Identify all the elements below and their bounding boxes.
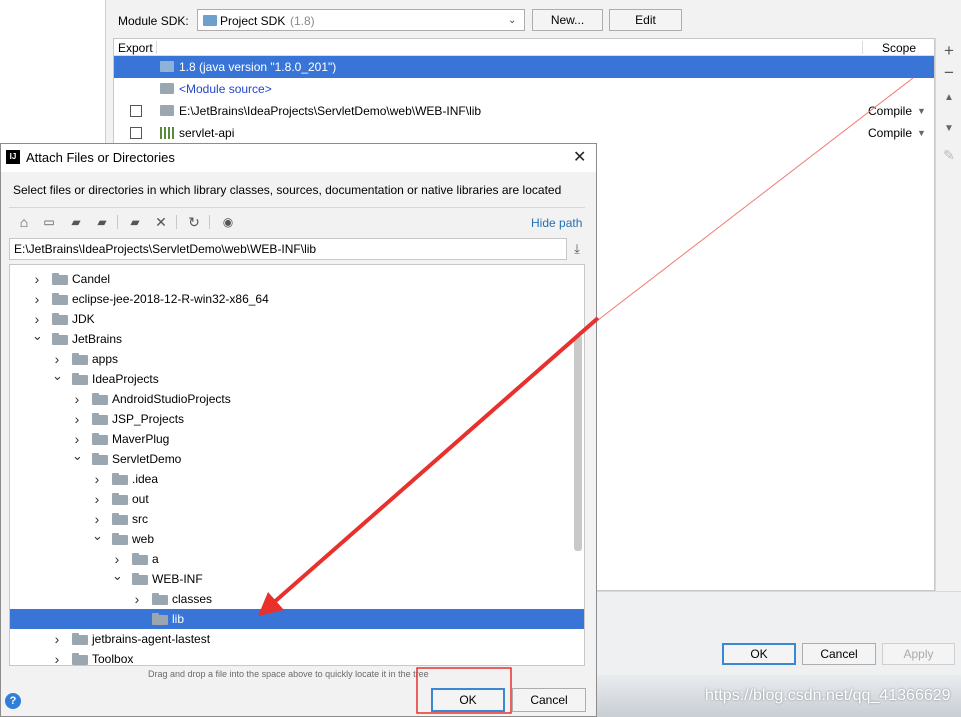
annotation-thin-line (597, 77, 914, 321)
annotation-overlay (258, 77, 914, 714)
annotation-ok-highlight (416, 667, 512, 714)
annotation-arrow-line (270, 316, 600, 606)
